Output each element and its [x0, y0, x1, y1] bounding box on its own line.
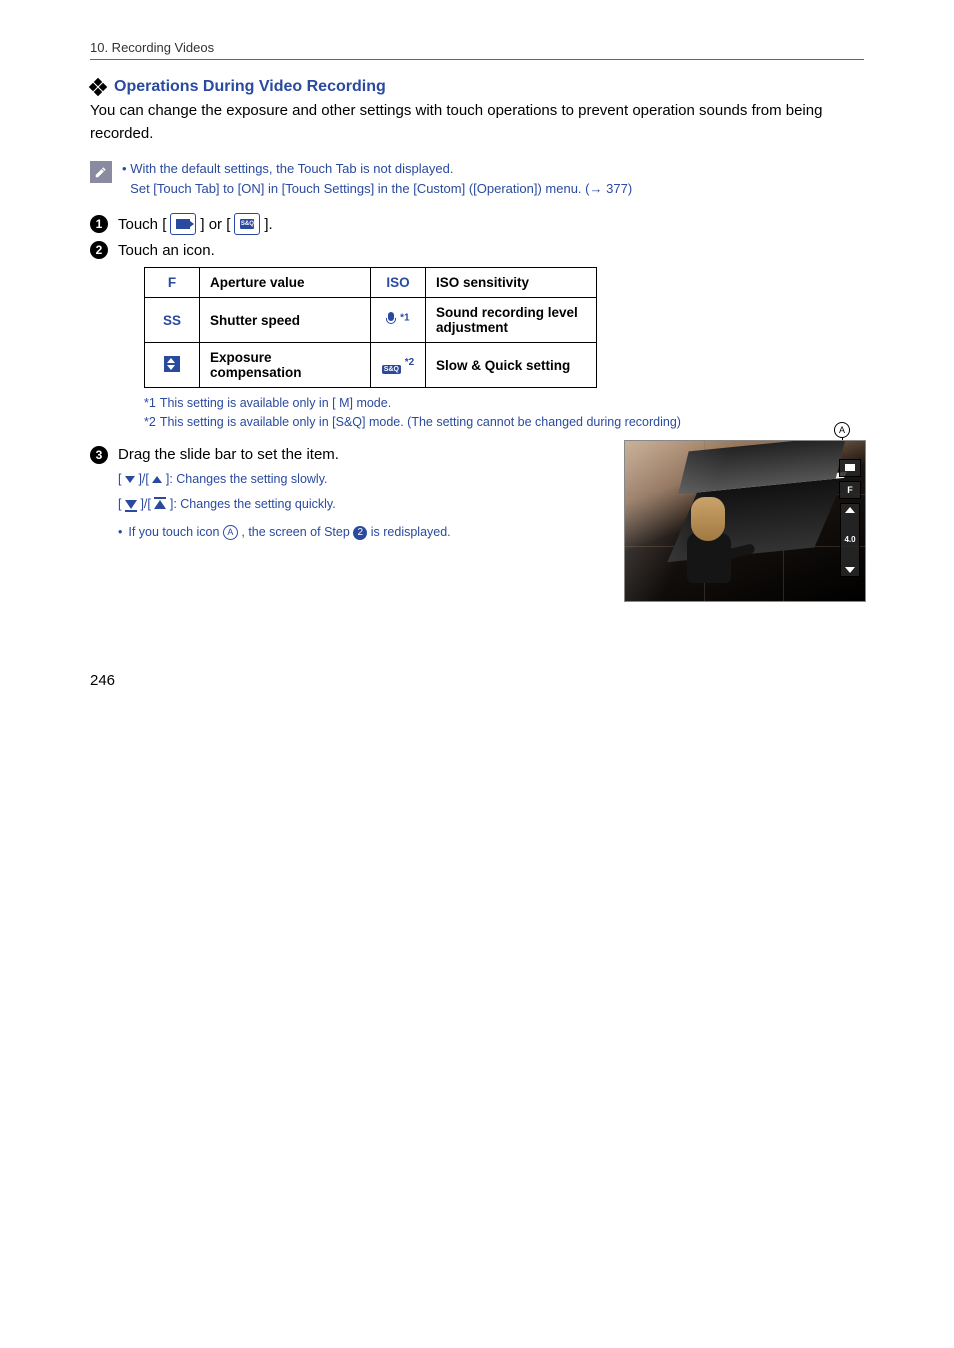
exposure-comp-icon: [164, 356, 180, 372]
aperture-label: Aperture value: [200, 268, 371, 298]
section-title: Operations During Video Recording: [114, 78, 386, 96]
page-number: 246: [90, 672, 864, 689]
intro-text: You can change the exposure and other se…: [90, 100, 864, 145]
video-tab-icon: [170, 213, 196, 235]
touch-c: is redisplayed.: [371, 525, 451, 539]
touch-bullet: •: [118, 523, 122, 542]
exposure-comp-icon-cell: [145, 343, 200, 388]
table-row: SS Shutter speed *1 Sound recording leve…: [145, 298, 597, 343]
page-link-377[interactable]: 377: [606, 181, 628, 196]
slider-down-icon[interactable]: [845, 567, 855, 573]
touch-a: If you touch icon: [128, 525, 223, 539]
inline-step-2-icon: 2: [353, 526, 367, 540]
sq-cell: S&Q *2: [371, 343, 426, 388]
panel-slider[interactable]: 4.0: [840, 503, 860, 577]
note-bullet: •: [122, 161, 127, 176]
triangle-down-small-icon: [125, 476, 135, 483]
slider-value: 4.0: [844, 535, 855, 544]
footnote-2-key: *2: [144, 413, 156, 432]
quick-a: [: [118, 497, 121, 511]
quick-b: ]/[: [140, 497, 150, 511]
shutter-icon: SS: [145, 298, 200, 343]
microphone-icon: [386, 312, 396, 326]
triangle-up-small-icon: [152, 476, 162, 483]
panel-video-icon[interactable]: [839, 459, 861, 477]
section-ornament-icon: [90, 79, 106, 95]
footnote-1-text: This setting is available only in [ M] m…: [160, 394, 391, 413]
footnote-ref-2: *2: [405, 357, 414, 368]
step-2-badge: 2: [90, 241, 108, 259]
footnote-2-text: This setting is available only in [S&Q] …: [160, 413, 681, 432]
mic-cell: *1: [371, 298, 426, 343]
chapter-header: 10. Recording Videos: [90, 40, 864, 60]
step-3-badge: 3: [90, 446, 108, 464]
triangle-up-large-icon: [154, 500, 166, 509]
panel-f-icon[interactable]: F: [839, 481, 861, 499]
note-line2b: ): [628, 181, 632, 196]
touch-side-panel: F 4.0: [839, 459, 861, 577]
slow-a: [: [118, 472, 121, 486]
step2-text: Touch an icon.: [118, 242, 215, 259]
marker-a-inline-icon: A: [223, 525, 238, 540]
note-block: • With the default settings, the Touch T…: [90, 159, 864, 199]
triangle-down-large-icon: [125, 500, 137, 509]
iso-label: ISO sensitivity: [426, 268, 597, 298]
table-row: F Aperture value ISO ISO sensitivity: [145, 268, 597, 298]
slow-quick-label: Slow & Quick setting: [426, 343, 597, 388]
footnote-1-key: *1: [144, 394, 156, 413]
iso-icon: ISO: [371, 268, 426, 298]
slow-c: ]: Changes the setting slowly.: [166, 472, 328, 486]
aperture-icon: F: [145, 268, 200, 298]
table-row: Exposure compensation S&Q *2 Slow & Quic…: [145, 343, 597, 388]
shutter-label: Shutter speed: [200, 298, 371, 343]
step1-b: ] or [: [200, 216, 230, 233]
note-line1: With the default settings, the Touch Tab…: [130, 161, 453, 176]
step-1-badge: 1: [90, 215, 108, 233]
exposure-comp-label: Exposure compensation: [200, 343, 371, 388]
step1-c: ].: [264, 216, 272, 233]
slow-b: ]/[: [138, 472, 148, 486]
quick-c: ]: Changes the setting quickly.: [170, 497, 336, 511]
marker-a-circle-icon: A: [834, 422, 850, 438]
note-arrow: →: [589, 181, 602, 196]
step1-a: Touch [: [118, 216, 166, 233]
screen-illustration: A F 4.0: [624, 440, 864, 602]
footnote-ref-1: *1: [400, 312, 409, 323]
step3-text: Drag the slide bar to set the item.: [118, 446, 339, 463]
slider-up-icon[interactable]: [845, 507, 855, 513]
parameters-table: F Aperture value ISO ISO sensitivity SS …: [144, 267, 597, 388]
touch-b: , the screen of Step: [241, 525, 353, 539]
note-line2a: Set [Touch Tab] to [ON] in [Touch Settin…: [130, 181, 589, 196]
pencil-note-icon: [90, 161, 112, 183]
sound-level-label: Sound recording level adjustment: [426, 298, 597, 343]
sq-tab-icon: S&Q: [234, 213, 260, 235]
sq-chip-icon: S&Q: [382, 365, 401, 374]
person-graphic: [677, 497, 737, 589]
